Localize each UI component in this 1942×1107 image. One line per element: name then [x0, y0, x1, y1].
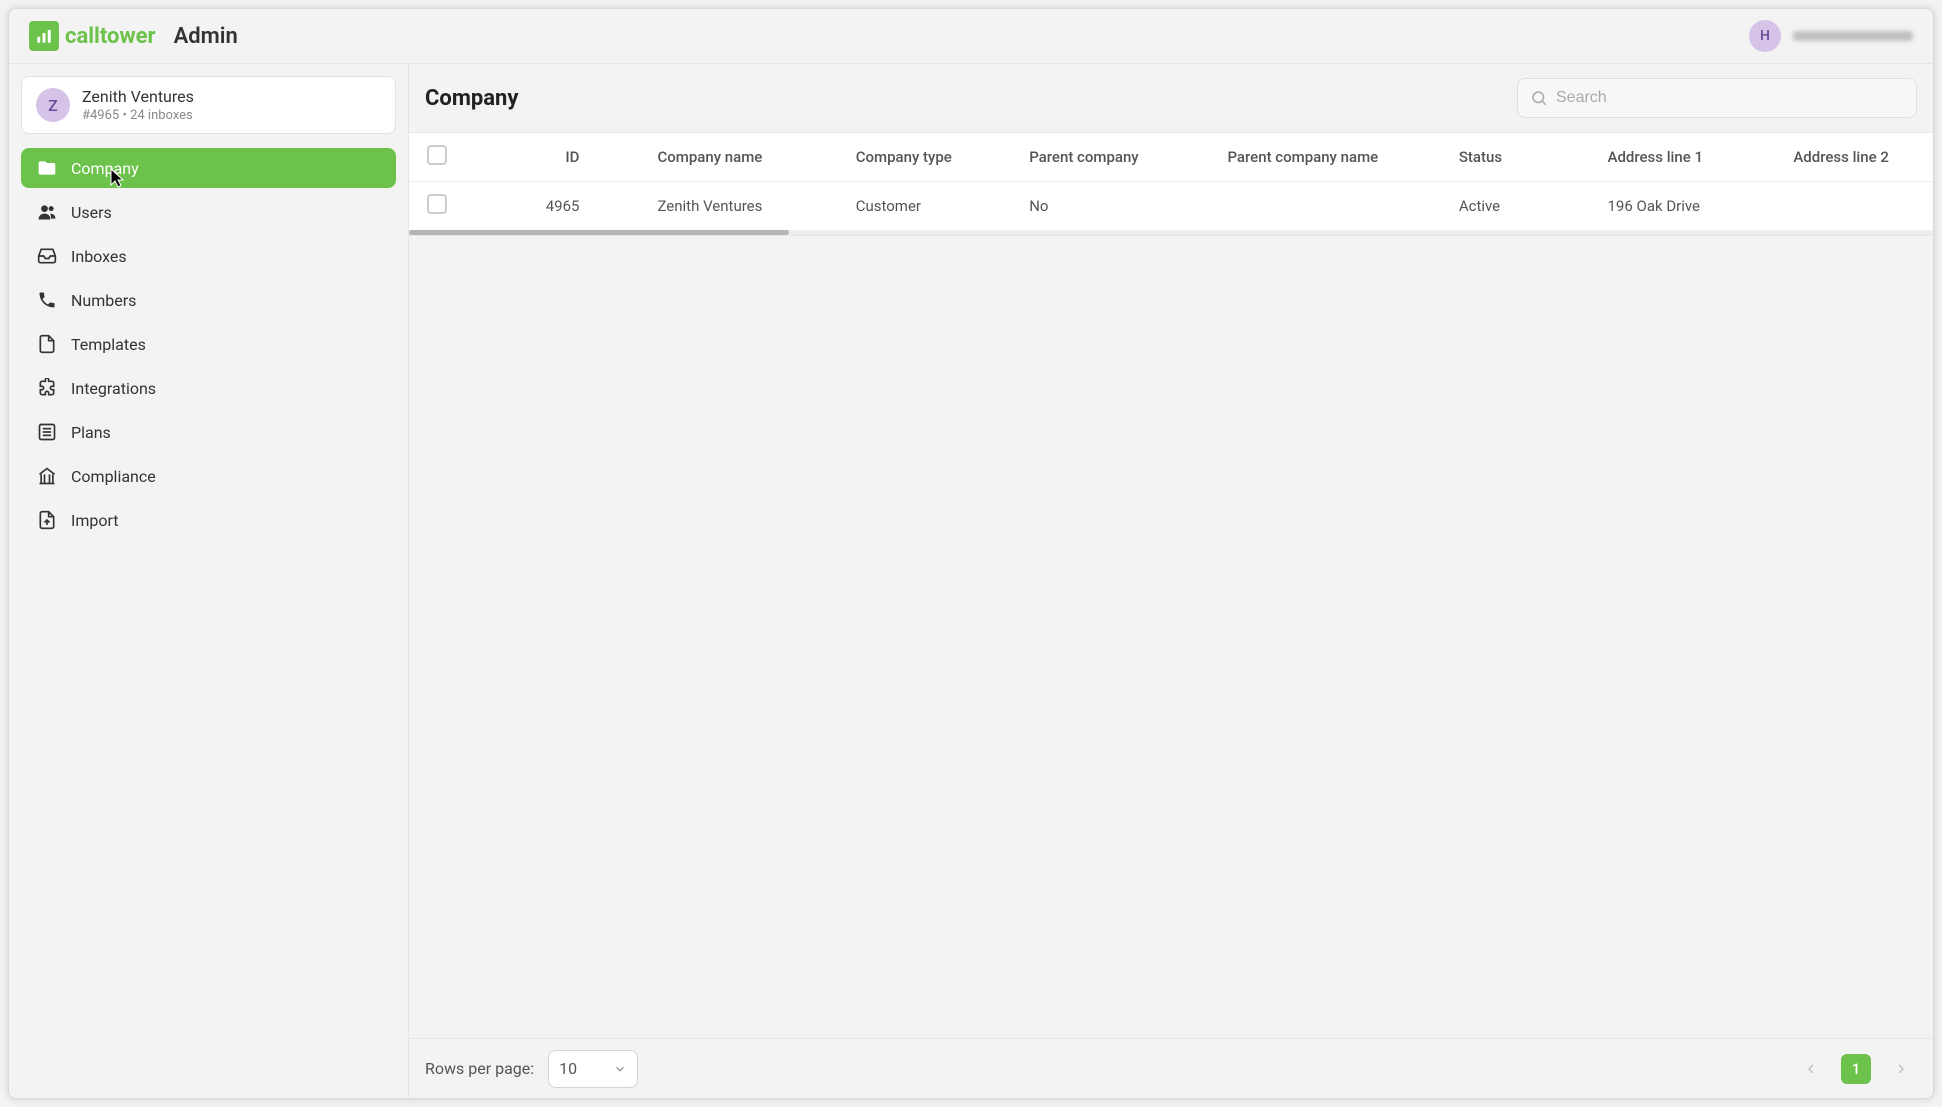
company-table: ID Company name Company type Parent comp… [409, 133, 1933, 230]
company-card[interactable]: Z Zenith Ventures #4965 • 24 inboxes [21, 76, 396, 134]
col-header-parentname[interactable]: Parent company name [1209, 133, 1440, 182]
sidebar-item-inboxes[interactable]: Inboxes [21, 236, 396, 276]
col-header-type[interactable]: Company type [838, 133, 1011, 182]
chevron-left-icon [1803, 1061, 1819, 1077]
sidebar-item-label: Inboxes [71, 247, 127, 266]
row-checkbox[interactable] [427, 194, 447, 214]
cell-name: Zenith Ventures [639, 182, 837, 231]
rows-per-page-select[interactable]: 10 [548, 1050, 638, 1088]
sidebar-item-label: Templates [71, 335, 146, 354]
folder-icon [37, 158, 57, 178]
upload-icon [37, 510, 57, 530]
col-header-id[interactable]: ID [478, 133, 639, 182]
sidebar-item-label: Company [71, 159, 139, 178]
people-icon [37, 202, 57, 222]
cell-addr2 [1775, 182, 1933, 231]
cell-parentname [1209, 182, 1440, 231]
list-icon [37, 422, 57, 442]
sidebar-item-plans[interactable]: Plans [21, 412, 396, 452]
company-name: Zenith Ventures [82, 87, 194, 106]
table-footer: Rows per page: 10 1 [409, 1038, 1933, 1098]
table-row[interactable]: 4965 Zenith Ventures Customer No Active … [409, 182, 1933, 231]
content-area: Company ID Company name [409, 64, 1933, 1098]
sidebar-item-company[interactable]: Company [21, 148, 396, 188]
rows-per-page-label: Rows per page: [425, 1059, 534, 1078]
sidebar-item-label: Numbers [71, 291, 136, 310]
phone-icon [37, 290, 57, 310]
table-wrapper: ID Company name Company type Parent comp… [409, 132, 1933, 236]
nav-list: Company Users Inboxes Numbers Templates [21, 148, 396, 540]
bank-icon [37, 466, 57, 486]
rows-per-page-value: 10 [559, 1059, 577, 1078]
cell-id: 4965 [478, 182, 639, 231]
sidebar-item-label: Users [71, 203, 112, 222]
company-avatar: Z [36, 88, 70, 122]
search-input[interactable] [1556, 89, 1904, 107]
search-box[interactable] [1517, 78, 1917, 118]
pager-next-button[interactable] [1885, 1053, 1917, 1085]
pager-prev-button[interactable] [1795, 1053, 1827, 1085]
cell-status: Active [1441, 182, 1590, 231]
search-icon [1530, 89, 1548, 107]
pager: 1 [1795, 1053, 1917, 1085]
col-header-name[interactable]: Company name [639, 133, 837, 182]
inbox-icon [37, 246, 57, 266]
pager-page-current[interactable]: 1 [1841, 1054, 1871, 1084]
file-icon [37, 334, 57, 354]
cell-addr1: 196 Oak Drive [1590, 182, 1776, 231]
chevron-right-icon [1893, 1061, 1909, 1077]
cell-type: Customer [838, 182, 1011, 231]
brand-name: calltower [65, 24, 156, 49]
section-label: Admin [174, 24, 238, 49]
sidebar-item-users[interactable]: Users [21, 192, 396, 232]
top-header: calltower Admin H [9, 9, 1933, 64]
sidebar-item-numbers[interactable]: Numbers [21, 280, 396, 320]
sidebar-item-import[interactable]: Import [21, 500, 396, 540]
select-all-checkbox[interactable] [427, 145, 447, 165]
col-header-status[interactable]: Status [1441, 133, 1590, 182]
sidebar-item-compliance[interactable]: Compliance [21, 456, 396, 496]
page-title: Company [425, 86, 518, 111]
sidebar-item-integrations[interactable]: Integrations [21, 368, 396, 408]
chevron-down-icon [613, 1062, 627, 1076]
brand-logo[interactable]: calltower [29, 21, 156, 51]
col-header-addr2[interactable]: Address line 2 [1775, 133, 1933, 182]
col-header-addr1[interactable]: Address line 1 [1590, 133, 1776, 182]
puzzle-icon [37, 378, 57, 398]
user-name-obscured [1793, 31, 1913, 41]
logo-icon [29, 21, 59, 51]
sidebar-item-label: Compliance [71, 467, 156, 486]
sidebar-item-templates[interactable]: Templates [21, 324, 396, 364]
horizontal-scrollbar[interactable] [409, 230, 1933, 235]
sidebar-item-label: Plans [71, 423, 111, 442]
col-header-parent[interactable]: Parent company [1011, 133, 1209, 182]
company-meta: #4965 • 24 inboxes [82, 108, 194, 123]
sidebar: Z Zenith Ventures #4965 • 24 inboxes Com… [9, 64, 409, 1098]
avatar[interactable]: H [1749, 20, 1781, 52]
cell-parent: No [1011, 182, 1209, 231]
scrollbar-thumb[interactable] [409, 230, 789, 235]
sidebar-item-label: Import [71, 511, 119, 530]
sidebar-item-label: Integrations [71, 379, 156, 398]
